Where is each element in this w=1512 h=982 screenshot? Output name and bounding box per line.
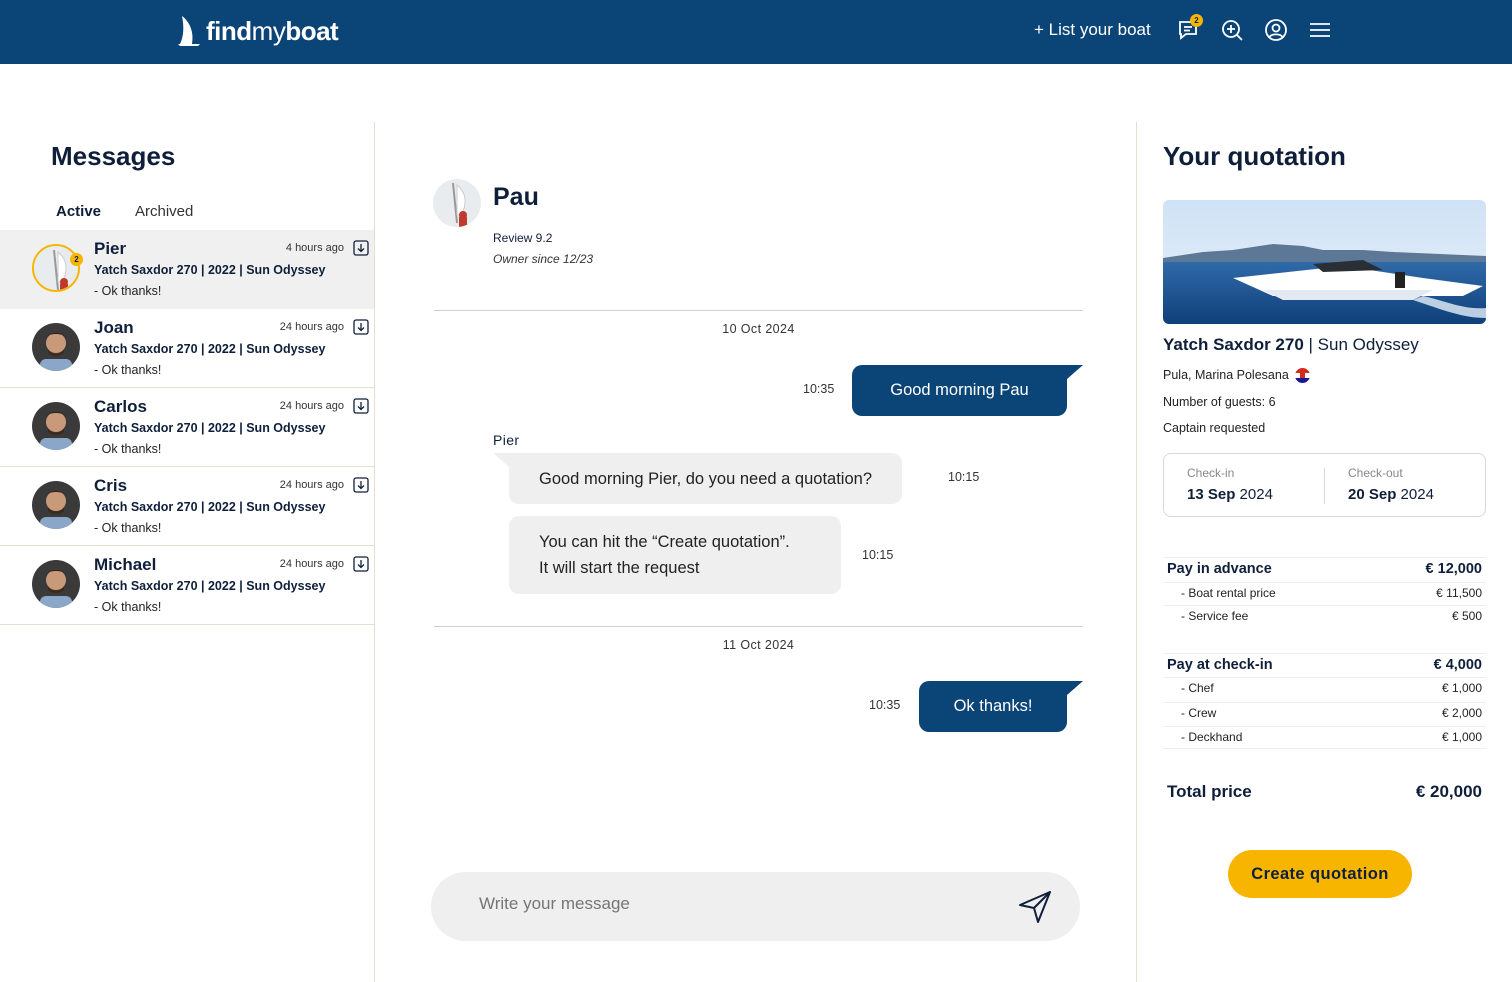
price-line-item: - Boat rental price € 11,500 <box>1163 582 1486 605</box>
message-time: 10:15 <box>948 470 980 484</box>
conversation-last-message: - Ok thanks! <box>94 521 162 535</box>
send-icon[interactable] <box>1018 890 1052 924</box>
messages-badge: 2 <box>1190 14 1203 27</box>
brand-name: findmyboat <box>206 15 339 46</box>
boat-photo <box>1163 200 1486 324</box>
divider-right <box>1136 122 1137 982</box>
user-account-icon[interactable] <box>1264 18 1288 42</box>
conversation-last-message: - Ok thanks! <box>94 363 162 377</box>
incoming-message: You can hit the “Create quotation”. It w… <box>509 516 841 594</box>
conversation-item[interactable]: 2 Pier 4 hours ago Yatch Saxdor 270 | 20… <box>0 230 374 309</box>
conversation-boat: Yatch Saxdor 270 | 2022 | Sun Odyssey <box>94 421 326 435</box>
archive-icon[interactable] <box>353 398 369 414</box>
checkout-label: Check-out <box>1348 466 1403 480</box>
price-line-item: - Service fee € 500 <box>1163 605 1486 629</box>
conversation-boat: Yatch Saxdor 270 | 2022 | Sun Odyssey <box>94 579 326 593</box>
archive-icon[interactable] <box>353 477 369 493</box>
chat-avatar <box>433 179 481 227</box>
pay-at-checkin-row: Pay at check-in € 4,000 <box>1163 653 1486 677</box>
list-your-boat-link[interactable]: + List your boat <box>1034 20 1151 40</box>
date-separator: 11 Oct 2024 <box>722 638 795 652</box>
tab-archived[interactable]: Archived <box>135 203 193 220</box>
messages-title: Messages <box>51 141 176 171</box>
conversation-name: Carlos <box>94 397 147 416</box>
message-time: 10:35 <box>869 698 901 712</box>
conversation-last-message: - Ok thanks! <box>94 600 162 614</box>
divider <box>434 626 1083 627</box>
unread-badge: 2 <box>70 253 83 266</box>
archive-icon[interactable] <box>353 556 369 572</box>
conversation-boat: Yatch Saxdor 270 | 2022 | Sun Odyssey <box>94 263 326 277</box>
create-quotation-button[interactable]: Create quotation <box>1228 850 1412 898</box>
chat-review-score: Review 9.2 <box>493 231 553 245</box>
conversation-boat: Yatch Saxdor 270 | 2022 | Sun Odyssey <box>94 342 326 356</box>
date-separator: 10 Oct 2024 <box>722 322 795 336</box>
conversation-item[interactable]: Michael 24 hours ago Yatch Saxdor 270 | … <box>0 546 374 625</box>
divider <box>1324 468 1325 504</box>
pay-in-advance-row: Pay in advance € 12,000 <box>1163 557 1486 581</box>
messages-icon[interactable]: 2 <box>1176 14 1203 42</box>
conversation-time: 24 hours ago <box>279 479 344 491</box>
findmyboat-logo[interactable]: findmyboat <box>178 14 339 48</box>
archive-icon[interactable] <box>353 240 369 256</box>
bubble-tail <box>1067 681 1083 695</box>
archive-icon[interactable] <box>353 319 369 335</box>
conversation-item[interactable]: Joan 24 hours ago Yatch Saxdor 270 | 202… <box>0 309 374 388</box>
conversation-name: Pier <box>94 239 127 258</box>
top-navigation-bar: findmyboat + List your boat 2 <box>0 0 1512 64</box>
message-composer <box>431 872 1080 941</box>
hamburger-menu-icon[interactable] <box>1308 18 1332 42</box>
checkout-date: 20 Sep 2024 <box>1348 486 1434 503</box>
conversation-time: 24 hours ago <box>279 558 344 570</box>
bubble-tail <box>1067 365 1083 379</box>
price-line-item: - Chef € 1,000 <box>1163 677 1486 701</box>
avatar <box>32 244 80 292</box>
conversation-boat: Yatch Saxdor 270 | 2022 | Sun Odyssey <box>94 500 326 514</box>
conversation-item[interactable]: Carlos 24 hours ago Yatch Saxdor 270 | 2… <box>0 388 374 467</box>
conversation-item[interactable]: Cris 24 hours ago Yatch Saxdor 270 | 202… <box>0 467 374 546</box>
total-price-row: Total price € 20,000 <box>1167 782 1482 801</box>
message-line: It will start the request <box>539 559 700 577</box>
message-time: 10:15 <box>862 548 894 562</box>
conversation-name: Cris <box>94 476 128 495</box>
checkin-date: 13 Sep 2024 <box>1187 486 1273 503</box>
message-time: 10:35 <box>803 382 835 396</box>
avatar <box>32 481 80 529</box>
conversation-time: 4 hours ago <box>285 242 344 254</box>
price-line-item: - Deckhand € 1,000 <box>1163 726 1486 749</box>
quotation-guests: Number of guests: 6 <box>1163 395 1276 409</box>
quotation-location: Pula, Marina Polesana <box>1163 368 1310 384</box>
quotation-captain: Captain requested <box>1163 421 1266 435</box>
outgoing-message: Ok thanks! <box>919 681 1067 732</box>
conversation-time: 24 hours ago <box>279 400 344 412</box>
dates-card[interactable]: Check-in 13 Sep 2024 Check-out 20 Sep 20… <box>1163 453 1486 517</box>
message-sender: Pier <box>493 432 520 448</box>
divider-left <box>374 122 375 982</box>
avatar <box>32 402 80 450</box>
croatia-flag-icon <box>1294 368 1310 384</box>
avatar <box>32 560 80 608</box>
incoming-message: Good morning Pier, do you need a quotati… <box>509 453 902 504</box>
conversation-name: Michael <box>94 555 157 574</box>
outgoing-message: Good morning Pau <box>852 365 1067 416</box>
conversation-last-message: - Ok thanks! <box>94 442 162 456</box>
price-line-item: - Crew € 2,000 <box>1163 702 1486 725</box>
conversation-time: 24 hours ago <box>279 321 344 333</box>
chat-contact-name: Pau <box>493 183 539 211</box>
conversation-name: Joan <box>94 318 134 337</box>
quotation-boat-name: Yatch Saxdor 270 | Sun Odyssey <box>1163 335 1419 354</box>
chat-owner-since: Owner since 12/23 <box>493 252 594 266</box>
checkin-label: Check-in <box>1187 466 1235 480</box>
avatar <box>32 323 80 371</box>
sail-logo-icon <box>178 16 200 46</box>
conversation-last-message: - Ok thanks! <box>94 284 162 298</box>
search-add-icon[interactable] <box>1220 18 1244 42</box>
divider <box>434 310 1083 311</box>
bubble-tail <box>493 453 509 467</box>
message-line: You can hit the “Create quotation”. <box>539 533 790 551</box>
tab-active[interactable]: Active <box>56 203 101 220</box>
quotation-title: Your quotation <box>1163 141 1346 171</box>
message-input[interactable] <box>479 894 999 914</box>
